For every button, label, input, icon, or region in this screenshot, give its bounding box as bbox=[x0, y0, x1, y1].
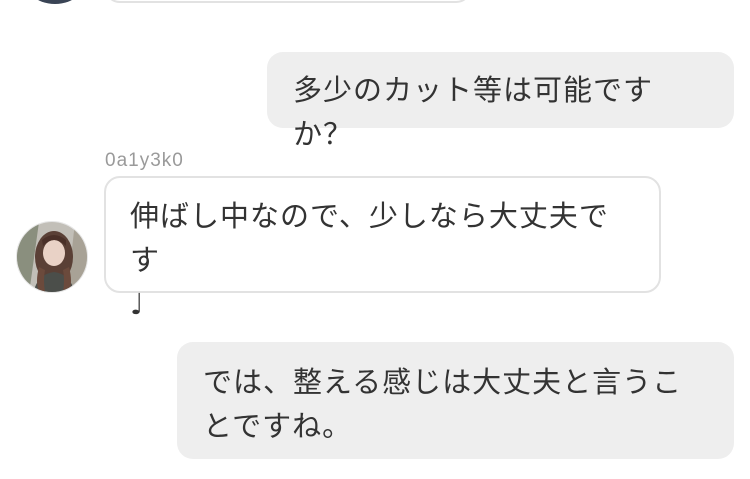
message-bubble-outgoing: 多少のカット等は可能ですか？ bbox=[267, 52, 734, 151]
message-bubble-outgoing: では、整える感じは大丈夫と言うことですね。 bbox=[177, 342, 734, 459]
message-bubble-incoming: 伸ばし中なので、少しなら大丈夫です ♩ bbox=[104, 176, 661, 321]
avatar-image bbox=[17, 222, 87, 292]
message-bubble-incoming-partial bbox=[104, 0, 472, 3]
sender-avatar[interactable] bbox=[16, 221, 88, 293]
avatar-previous[interactable] bbox=[20, 0, 90, 4]
chat-screen: { "conversation": { "messages": [ { "dir… bbox=[0, 0, 750, 479]
sender-name: 0a1y3k0 bbox=[105, 150, 184, 171]
